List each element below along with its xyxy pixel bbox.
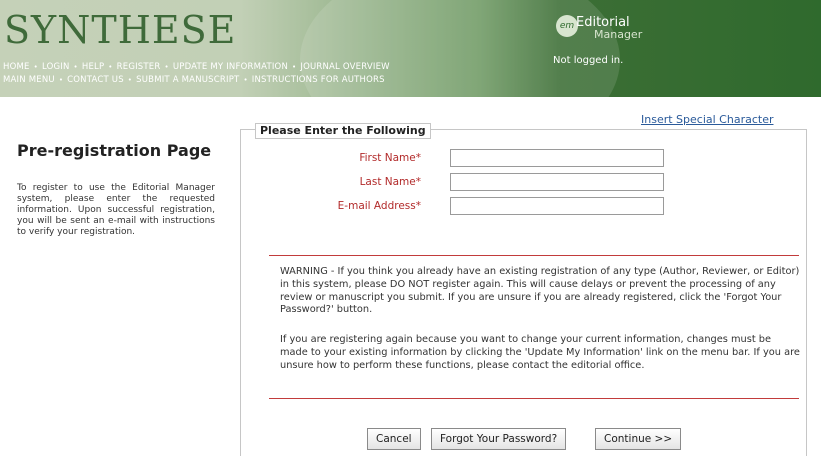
nav-contact-us[interactable]: CONTACT US <box>67 75 124 85</box>
divider-top <box>269 255 799 256</box>
nav-separator-icon: • <box>33 63 38 71</box>
update-info-text: If you are registering again because you… <box>280 334 800 371</box>
divider-bottom <box>269 398 799 399</box>
nav-separator-icon: • <box>58 76 64 84</box>
nav-register[interactable]: REGISTER <box>117 62 161 72</box>
forgot-password-button[interactable]: Forgot Your Password? <box>431 428 567 450</box>
cancel-button[interactable]: Cancel <box>367 428 421 450</box>
header-banner: SYNTHESE HOME • LOGIN • HELP • REGISTER • UPDATE… <box>0 0 821 97</box>
nav-separator-icon: • <box>108 63 113 71</box>
registration-form-panel: Please Enter the Following First Name* L… <box>240 123 807 456</box>
em-logo-icon: em <box>556 15 578 37</box>
logo-text-manager: Manager <box>594 28 643 41</box>
nav-main-menu[interactable]: MAIN MENU <box>3 75 55 85</box>
nav-help[interactable]: HELP <box>82 62 104 72</box>
first-name-input[interactable] <box>450 149 664 167</box>
nav-separator-icon: • <box>243 76 248 84</box>
intro-text: To register to use the Editorial Manager… <box>17 183 215 237</box>
page-title: Pre-registration Page <box>17 141 212 160</box>
nav-update-my-information[interactable]: UPDATE MY INFORMATION <box>173 62 288 72</box>
first-name-label: First Name* <box>359 152 421 164</box>
nav-separator-icon: • <box>292 63 297 71</box>
nav-menu-row-1: HOME • LOGIN • HELP • REGISTER • UPDATE MY INFOR… <box>3 62 390 72</box>
form-legend: Please Enter the Following <box>255 123 431 139</box>
nav-separator-icon: • <box>127 76 133 84</box>
email-address-input[interactable] <box>450 197 664 215</box>
site-title: SYNTHESE <box>4 8 237 52</box>
continue-button[interactable]: Continue >> <box>595 428 682 450</box>
email-address-label: E-mail Address* <box>337 200 421 212</box>
nav-journal-overview[interactable]: JOURNAL OVERVIEW <box>300 62 389 72</box>
insert-special-character-link[interactable]: Insert Special Character <box>641 113 773 126</box>
nav-menu-row-2: MAIN MENU • CONTACT US • SUBMIT A MANUSCRIPT… <box>3 75 385 85</box>
last-name-input[interactable] <box>450 173 664 191</box>
last-name-label: Last Name* <box>359 176 421 188</box>
warning-text: WARNING - If you think you already have … <box>280 266 800 316</box>
nav-login[interactable]: LOGIN <box>42 62 70 72</box>
nav-home[interactable]: HOME <box>3 62 30 72</box>
login-status: Not logged in. <box>553 55 624 66</box>
nav-instructions-for-authors[interactable]: INSTRUCTIONS FOR AUTHORS <box>252 75 385 85</box>
nav-separator-icon: • <box>73 63 78 71</box>
left-info-panel: Pre-registration Page To register to use… <box>17 140 217 238</box>
nav-separator-icon: • <box>164 63 169 71</box>
nav-submit-manuscript[interactable]: SUBMIT A MANUSCRIPT <box>136 75 239 85</box>
